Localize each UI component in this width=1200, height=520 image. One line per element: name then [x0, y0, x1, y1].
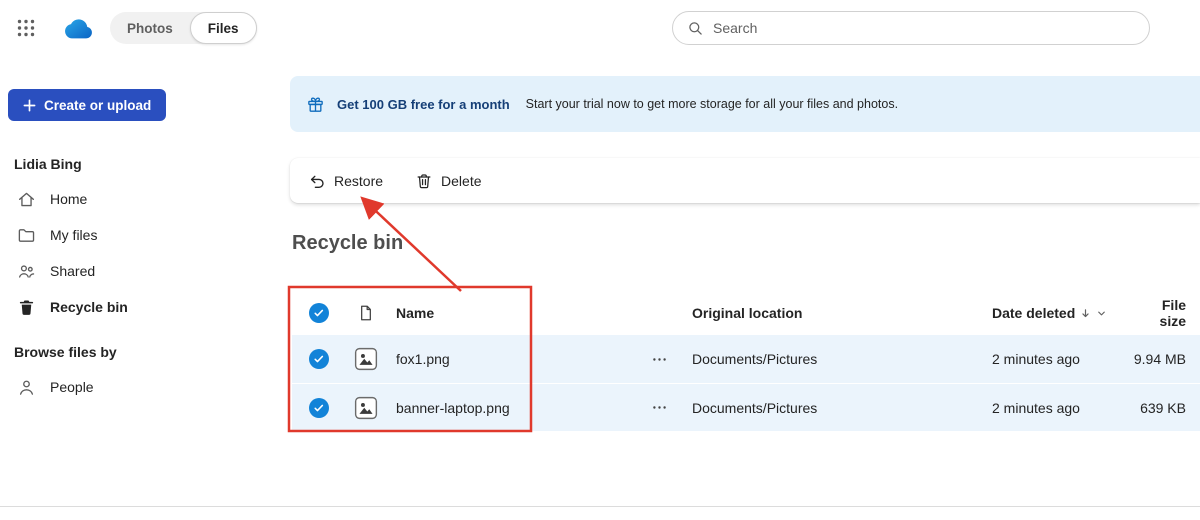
user-name-heading: Lidia Bing — [14, 156, 82, 172]
check-icon — [314, 404, 324, 411]
topbar: Photos Files — [0, 0, 1200, 56]
more-icon — [652, 406, 666, 409]
sidebar-item-label: My files — [50, 227, 98, 243]
sort-descending-icon — [1082, 308, 1089, 317]
sidebar-item-label: People — [50, 379, 94, 395]
browse-files-by-heading: Browse files by — [14, 344, 117, 360]
select-all-checkbox[interactable] — [309, 303, 329, 323]
command-bar: Restore Delete — [290, 158, 1200, 203]
toggle-photos[interactable]: Photos — [110, 12, 190, 44]
sidebar: Create or upload Lidia Bing Home My file… — [0, 56, 280, 520]
people-icon — [16, 261, 36, 281]
date-deleted: 2 minutes ago — [992, 399, 1080, 416]
restore-icon — [310, 175, 324, 188]
banner-subtitle: Start your trial now to get more storage… — [525, 97, 899, 111]
sidebar-browse-nav: People — [0, 369, 280, 405]
sidebar-item-label: Home — [50, 191, 88, 207]
check-icon — [314, 309, 324, 317]
row-checkbox[interactable] — [309, 397, 329, 418]
create-or-upload-label: Create or upload — [44, 97, 152, 113]
recycle-bin-table: Name Original location Date deleted File… — [292, 291, 1200, 431]
file-name: banner-laptop.png — [396, 399, 510, 416]
sidebar-nav: Home My files Shared Recycle bin — [0, 181, 280, 325]
main-content: Get 100 GB free for a month Start your t… — [280, 56, 1200, 520]
sidebar-item-home[interactable]: Home — [0, 181, 280, 217]
more-icon — [652, 357, 666, 361]
onedrive-cloud-icon — [65, 19, 92, 39]
table-row[interactable]: banner-laptop.png Documents/Pictures 2 m… — [292, 383, 1200, 431]
folder-icon — [16, 225, 36, 245]
column-header-original-location[interactable]: Original location — [692, 305, 802, 321]
column-header-date-deleted[interactable]: Date deleted — [992, 305, 1075, 321]
restore-label: Restore — [334, 172, 384, 189]
sidebar-item-shared[interactable]: Shared — [0, 253, 280, 289]
toggle-files[interactable]: Files — [189, 12, 257, 44]
photos-files-toggle: Photos Files — [110, 12, 257, 44]
banner-title: Get 100 GB free for a month — [337, 96, 510, 112]
trash-icon — [16, 297, 36, 317]
person-icon — [16, 377, 36, 397]
column-header-file-size[interactable]: File size — [1160, 297, 1186, 329]
more-actions-button[interactable] — [644, 344, 674, 374]
date-deleted: 2 minutes ago — [992, 351, 1080, 367]
gift-icon — [308, 97, 323, 112]
app-launcher-button[interactable] — [16, 18, 36, 38]
sidebar-item-recycle-bin[interactable]: Recycle bin — [0, 289, 280, 325]
document-icon — [361, 305, 371, 321]
row-checkbox[interactable] — [309, 349, 329, 369]
search-icon — [689, 21, 702, 35]
more-actions-button[interactable] — [644, 393, 674, 423]
original-location: Documents/Pictures — [692, 399, 818, 416]
file-size: 639 KB — [1140, 399, 1186, 416]
search-box[interactable] — [672, 11, 1150, 45]
home-icon — [16, 189, 36, 209]
create-or-upload-button[interactable]: Create or upload — [8, 89, 167, 121]
table-row[interactable]: fox1.png Documents/Pictures 2 minutes ag… — [292, 335, 1200, 383]
sidebar-item-my-files[interactable]: My files — [0, 217, 280, 253]
restore-button[interactable]: Restore — [304, 163, 387, 199]
check-icon — [314, 355, 324, 363]
table-header: Name Original location Date deleted File… — [292, 291, 1200, 335]
file-name: fox1.png — [396, 351, 450, 367]
delete-icon — [417, 173, 431, 188]
search-input[interactable] — [713, 20, 1135, 36]
storage-promo-banner[interactable]: Get 100 GB free for a month Start your t… — [290, 76, 1200, 132]
sidebar-item-label: Recycle bin — [50, 299, 128, 315]
column-header-name[interactable]: Name — [396, 305, 434, 321]
chevron-down-icon[interactable] — [1096, 308, 1107, 319]
window-bottom-border — [0, 506, 1200, 507]
app-launcher-icon — [17, 19, 35, 37]
plus-icon — [23, 99, 36, 111]
image-file-icon — [354, 396, 378, 419]
delete-label: Delete — [441, 172, 482, 189]
original-location: Documents/Pictures — [692, 351, 818, 367]
sidebar-item-label: Shared — [50, 263, 96, 279]
sidebar-item-people[interactable]: People — [0, 369, 280, 405]
onedrive-logo[interactable] — [58, 16, 96, 41]
file-size: 9.94 MB — [1133, 351, 1186, 367]
page-title: Recycle bin — [292, 232, 404, 254]
image-file-icon — [354, 347, 378, 371]
delete-button[interactable]: Delete — [411, 163, 485, 199]
